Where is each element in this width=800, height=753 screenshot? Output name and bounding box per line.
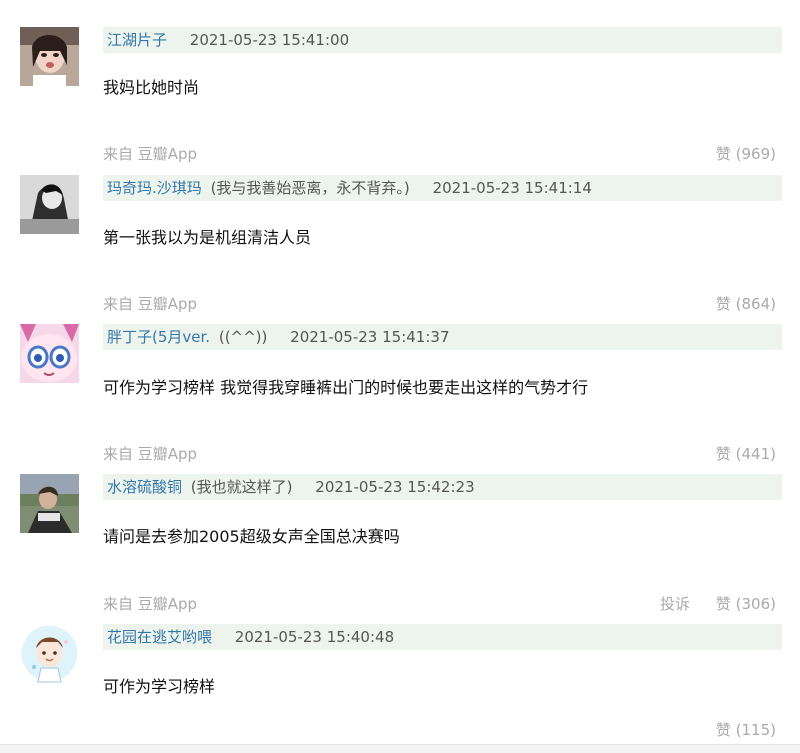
avatar[interactable] (20, 624, 79, 683)
avatar[interactable] (20, 175, 79, 234)
avatar[interactable] (20, 324, 79, 383)
comment-footer: 来自 豆瓣App 赞 (969) (103, 141, 776, 165)
vote-button[interactable]: 赞 (306) (716, 593, 776, 614)
comment-header: 水溶硫酸铜 (我也就这样了) 2021-05-23 15:42:23 (103, 474, 782, 500)
author-signature: (我与我善始恶离，永不背弃。) (210, 179, 410, 197)
comment-content: 第一张我以为是机组清洁人员 (103, 228, 312, 247)
avatar[interactable] (20, 474, 79, 533)
author-link[interactable]: 江湖片子 (107, 31, 167, 49)
comment-actions: 赞 (441) (716, 443, 776, 464)
comment-content: 请问是去参加2005超级女声全国总决赛吗 (103, 527, 400, 546)
author-signature: (我也就这样了) (190, 478, 293, 496)
vote-button[interactable]: 赞 (969) (716, 143, 776, 164)
comment-source: 来自 豆瓣App (103, 595, 198, 613)
author-signature: ((^^)) (218, 328, 268, 346)
comment-footer: 来自 豆瓣App 赞 (441) (103, 441, 776, 465)
comment-actions: 赞 (969) (716, 143, 776, 164)
vote-button[interactable]: 赞 (115) (716, 719, 776, 740)
comment-source: 来自 豆瓣App (103, 445, 198, 463)
vote-button[interactable]: 赞 (864) (716, 293, 776, 314)
comment-actions: 赞 (864) (716, 293, 776, 314)
author-link[interactable]: 水溶硫酸铜 (107, 478, 182, 496)
comment-content: 可作为学习榜样 我觉得我穿睡裤出门的时候也要走出这样的气势才行 (103, 378, 589, 397)
comment-time: 2021-05-23 15:41:37 (290, 328, 450, 346)
avatar[interactable] (20, 27, 79, 86)
report-button[interactable]: 投诉 (660, 593, 690, 614)
author-link[interactable]: 玛奇玛.沙琪玛 (107, 179, 202, 197)
comment-header: 花园在逃艾哟喂 2021-05-23 15:40:48 (103, 624, 782, 650)
comment-source: 来自 豆瓣App (103, 145, 198, 163)
comment-header: 胖丁子(5月ver. ((^^)) 2021-05-23 15:41:37 (103, 324, 782, 350)
comment-actions: 投诉 赞 (306) (660, 593, 776, 614)
comment-time: 2021-05-23 15:41:00 (189, 31, 350, 49)
author-link[interactable]: 胖丁子(5月ver. (107, 328, 210, 346)
comment-footer: 来自 豆瓣App 赞 (864) (103, 291, 776, 315)
comment-list: 江湖片子 2021-05-23 15:41:00 我妈比她时尚 来自 豆瓣App… (0, 0, 800, 753)
author-link[interactable]: 花园在逃艾哟喂 (107, 628, 212, 646)
comment-content: 我妈比她时尚 (103, 78, 200, 97)
comment-header: 玛奇玛.沙琪玛 (我与我善始恶离，永不背弃。) 2021-05-23 15:41… (103, 175, 782, 201)
comment-time: 2021-05-23 15:41:14 (432, 179, 592, 197)
comment-time: 2021-05-23 15:42:23 (315, 478, 475, 496)
vote-button[interactable]: 赞 (441) (716, 443, 776, 464)
comment-time: 2021-05-23 15:40:48 (234, 628, 395, 646)
comment-header: 江湖片子 2021-05-23 15:41:00 (103, 27, 782, 53)
comment-source: 来自 豆瓣App (103, 295, 198, 313)
comment-content: 可作为学习榜样 (103, 677, 216, 696)
comment-footer: 来自 豆瓣App 投诉 赞 (306) (103, 591, 776, 615)
